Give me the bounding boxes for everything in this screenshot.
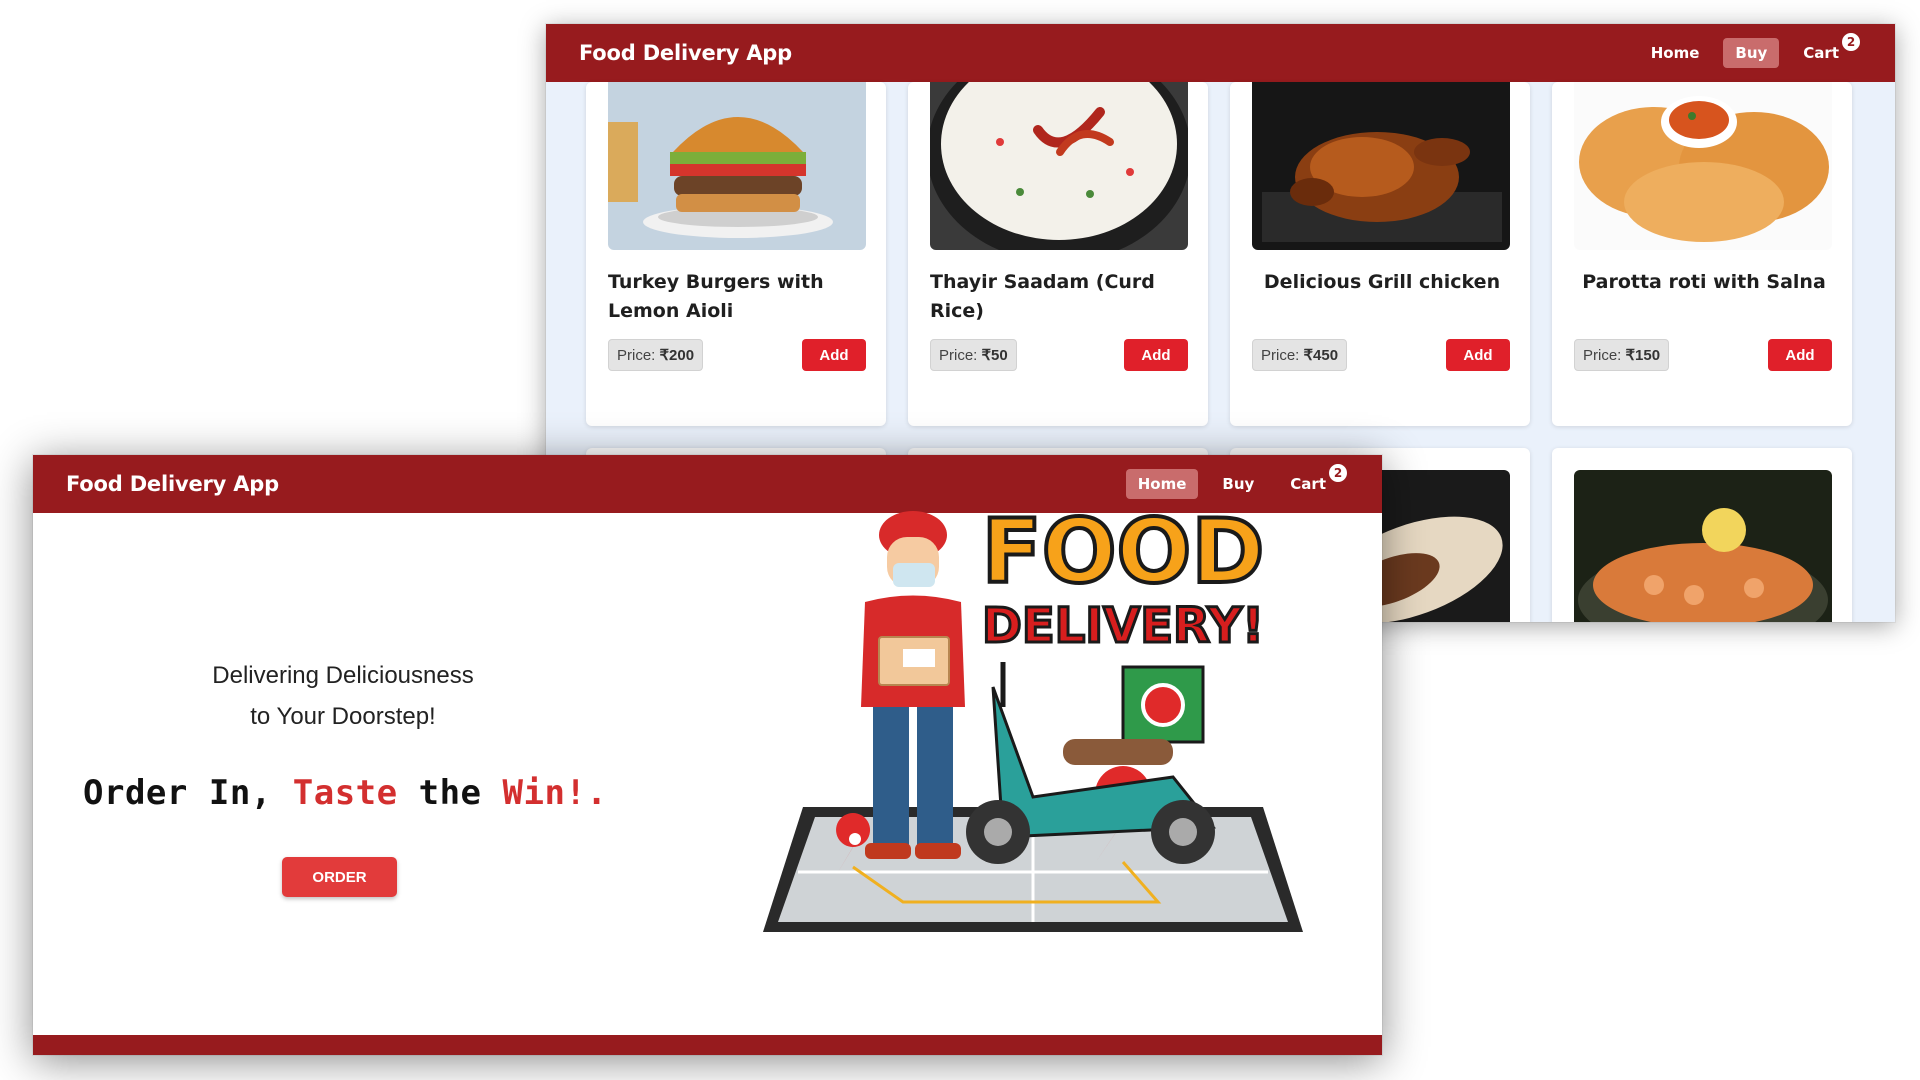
headline-word-highlight: Win!.	[502, 773, 608, 813]
grill-chicken-image	[1252, 82, 1510, 250]
shrimp-image	[1574, 470, 1832, 622]
product-name: Delicious Grill chicken	[1263, 271, 1501, 293]
product-card: Parotta roti with Salna Price: ₹150 Add	[1552, 82, 1852, 426]
product-card	[1552, 448, 1852, 622]
price-prefix: Price:	[1261, 347, 1304, 364]
nav-buy[interactable]: Buy	[1723, 38, 1780, 68]
price-value: ₹50	[981, 347, 1008, 364]
brand-title[interactable]: Food Delivery App	[579, 41, 792, 65]
curd-rice-image	[930, 82, 1188, 250]
price-value: ₹200	[659, 347, 695, 364]
product-name: Thayir Saadam (Curd Rice)	[930, 271, 1155, 322]
illustration-text-food: FOOD	[982, 500, 1265, 603]
headline-word-highlight: Taste	[292, 773, 398, 813]
price-tag: Price: ₹50	[930, 339, 1017, 371]
price-value: ₹150	[1625, 347, 1661, 364]
nav-links: Home Buy Cart 2	[1639, 32, 1861, 68]
add-to-cart-button[interactable]: Add	[1768, 339, 1832, 371]
product-name: Turkey Burgers with Lemon Aioli	[608, 271, 824, 322]
navbar: Food Delivery App Home Buy Cart 2	[546, 24, 1895, 82]
nav-cart[interactable]: Cart 2	[1791, 32, 1861, 68]
food-delivery-illustration: FOOD DELIVERY!	[703, 477, 1363, 977]
order-button[interactable]: ORDER	[282, 857, 397, 897]
burger-image	[608, 82, 866, 250]
price-prefix: Price:	[1583, 347, 1626, 364]
headline-word: the	[418, 773, 482, 813]
illustration-text-delivery: DELIVERY!	[982, 598, 1264, 654]
headline-word: Order	[83, 773, 188, 813]
hero-tagline: Delivering Deliciousness to Your Doorste…	[33, 655, 653, 737]
home-page-window: Food Delivery App Home Buy Cart 2 Deliver…	[33, 455, 1382, 1055]
add-to-cart-button[interactable]: Add	[1124, 339, 1188, 371]
add-to-cart-button[interactable]: Add	[802, 339, 866, 371]
tagline-line-2: to Your Doorstep!	[250, 703, 436, 730]
parotta-image	[1574, 82, 1832, 250]
headline-word: In,	[208, 773, 272, 813]
nav-cart-label: Cart	[1803, 44, 1839, 62]
footer-bar	[33, 1035, 1382, 1055]
price-tag: Price: ₹150	[1574, 339, 1670, 371]
cart-count-badge: 2	[1841, 32, 1861, 52]
product-card: Turkey Burgers with Lemon Aioli Price: ₹…	[586, 82, 886, 426]
add-to-cart-button[interactable]: Add	[1446, 339, 1510, 371]
price-tag: Price: ₹200	[608, 339, 704, 371]
product-name: Parotta roti with Salna	[1582, 271, 1826, 293]
product-card: Delicious Grill chicken Price: ₹450 Add	[1230, 82, 1530, 426]
brand-title[interactable]: Food Delivery App	[66, 472, 279, 496]
hero-headline: Order In, Taste the Win!.	[83, 773, 607, 813]
price-tag: Price: ₹450	[1252, 339, 1348, 371]
price-prefix: Price:	[939, 347, 982, 364]
price-value: ₹450	[1303, 347, 1339, 364]
product-card: Thayir Saadam (Curd Rice) Price: ₹50 Add	[908, 82, 1208, 426]
price-prefix: Price:	[617, 347, 660, 364]
nav-home[interactable]: Home	[1639, 38, 1712, 68]
tagline-line-1: Delivering Deliciousness	[212, 662, 474, 689]
